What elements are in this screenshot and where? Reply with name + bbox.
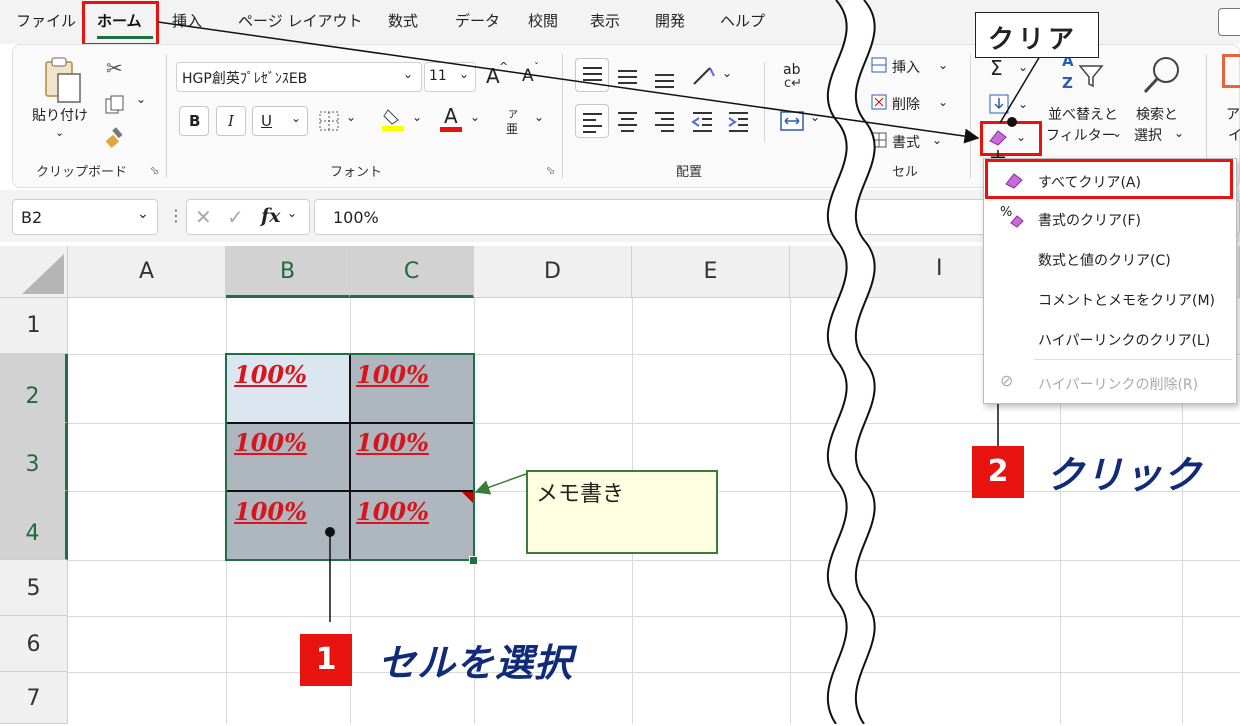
clear-callout: クリア <box>975 12 1099 58</box>
menu-item-clear-hyperlinks[interactable]: ハイパーリンクのクリア(L) <box>984 319 1236 357</box>
step-2-text: クリック <box>1046 453 1203 497</box>
step-1-badge: 1 <box>300 634 352 686</box>
menu-item-clear-formats[interactable]: % 書式のクリア(F) <box>984 199 1236 237</box>
step-1-text: セルを選択 <box>378 641 574 685</box>
clear-all-highlight <box>985 159 1233 199</box>
menu-divider <box>1034 359 1232 360</box>
menu-item-clear-comments[interactable]: コメントとメモをクリア(M) <box>984 279 1236 317</box>
step-2-badge: 2 <box>972 446 1024 498</box>
link-remove-icon: ⊘ <box>1000 371 1014 390</box>
menu-item-clear-contents[interactable]: 数式と値のクリア(C) <box>984 239 1236 277</box>
menu-item-remove-hyperlinks: ⊘ ハイパーリンクの削除(R) <box>1000 371 1199 393</box>
eraser-icon <box>1010 215 1024 228</box>
